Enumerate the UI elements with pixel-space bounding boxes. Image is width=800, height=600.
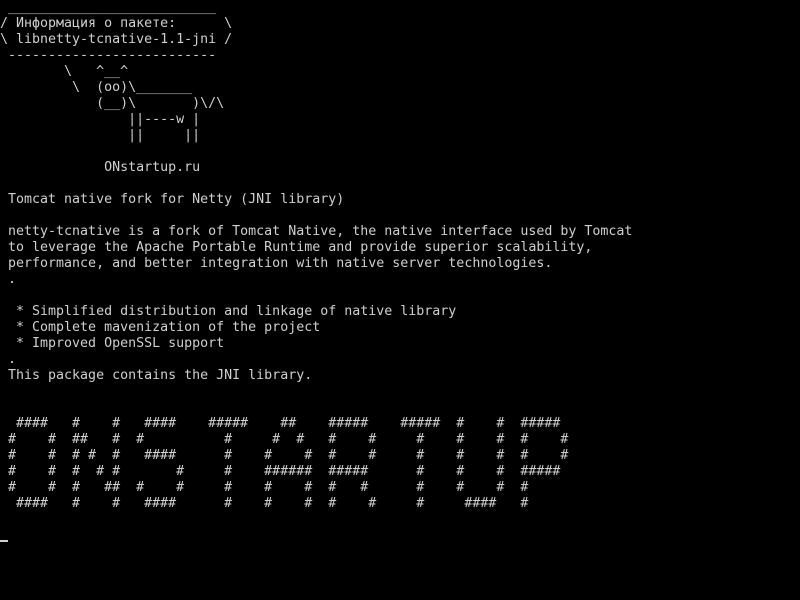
ascii-banner-line: # # ## # # # # # # # # # # # #: [0, 432, 569, 447]
ascii-banner-line: # # # # # # # ###### ##### # # # #####: [0, 464, 561, 479]
ascii-banner-line: #### # # #### # # # # # # #### #: [0, 496, 529, 511]
cowsay-bubble-top: __________________________: [0, 0, 217, 15]
cowsay-bubble-title: / Информация о пакете: \: [0, 16, 233, 31]
package-footer: This package contains the JNI library.: [0, 368, 313, 383]
cowsay-cow-line: \ (oo)\_______: [0, 80, 193, 95]
ascii-banner-line: # # # # # #### # # # # # # # # # #: [0, 448, 569, 463]
description-separator: .: [0, 272, 17, 287]
cowsay-bubble-package: \ libnetty-tcnative-1.1-jni /: [0, 32, 233, 47]
cowsay-cow-line: || ||: [0, 128, 201, 143]
terminal-screen[interactable]: __________________________ / Информация …: [0, 0, 800, 600]
feature-item: * Complete mavenization of the project: [0, 320, 321, 335]
description-line: to leverage the Apache Portable Runtime …: [0, 240, 593, 255]
cowsay-bubble-bottom: --------------------------: [0, 48, 217, 63]
cowsay-cow-line: (__)\ )\/\: [0, 96, 225, 111]
ascii-banner-line: # # # ## # # # # # # # # # # #: [0, 480, 529, 495]
description-line: netty-tcnative is a fork of Tomcat Nativ…: [0, 224, 633, 239]
feature-item: * Simplified distribution and linkage of…: [0, 304, 457, 319]
feature-item: * Improved OpenSSL support: [0, 336, 225, 351]
package-summary: Tomcat native fork for Netty (JNI librar…: [0, 192, 345, 207]
ascii-banner-line: #### # # #### ##### ## ##### ##### # # #…: [0, 416, 561, 431]
description-line: performance, and better integration with…: [0, 256, 553, 271]
terminal-cursor: [0, 540, 8, 542]
site-credit: ONstartup.ru: [0, 160, 201, 175]
features-separator: .: [0, 352, 17, 367]
cowsay-cow-line: ||----w |: [0, 112, 201, 127]
cowsay-cow-line: \ ^__^: [0, 64, 129, 79]
